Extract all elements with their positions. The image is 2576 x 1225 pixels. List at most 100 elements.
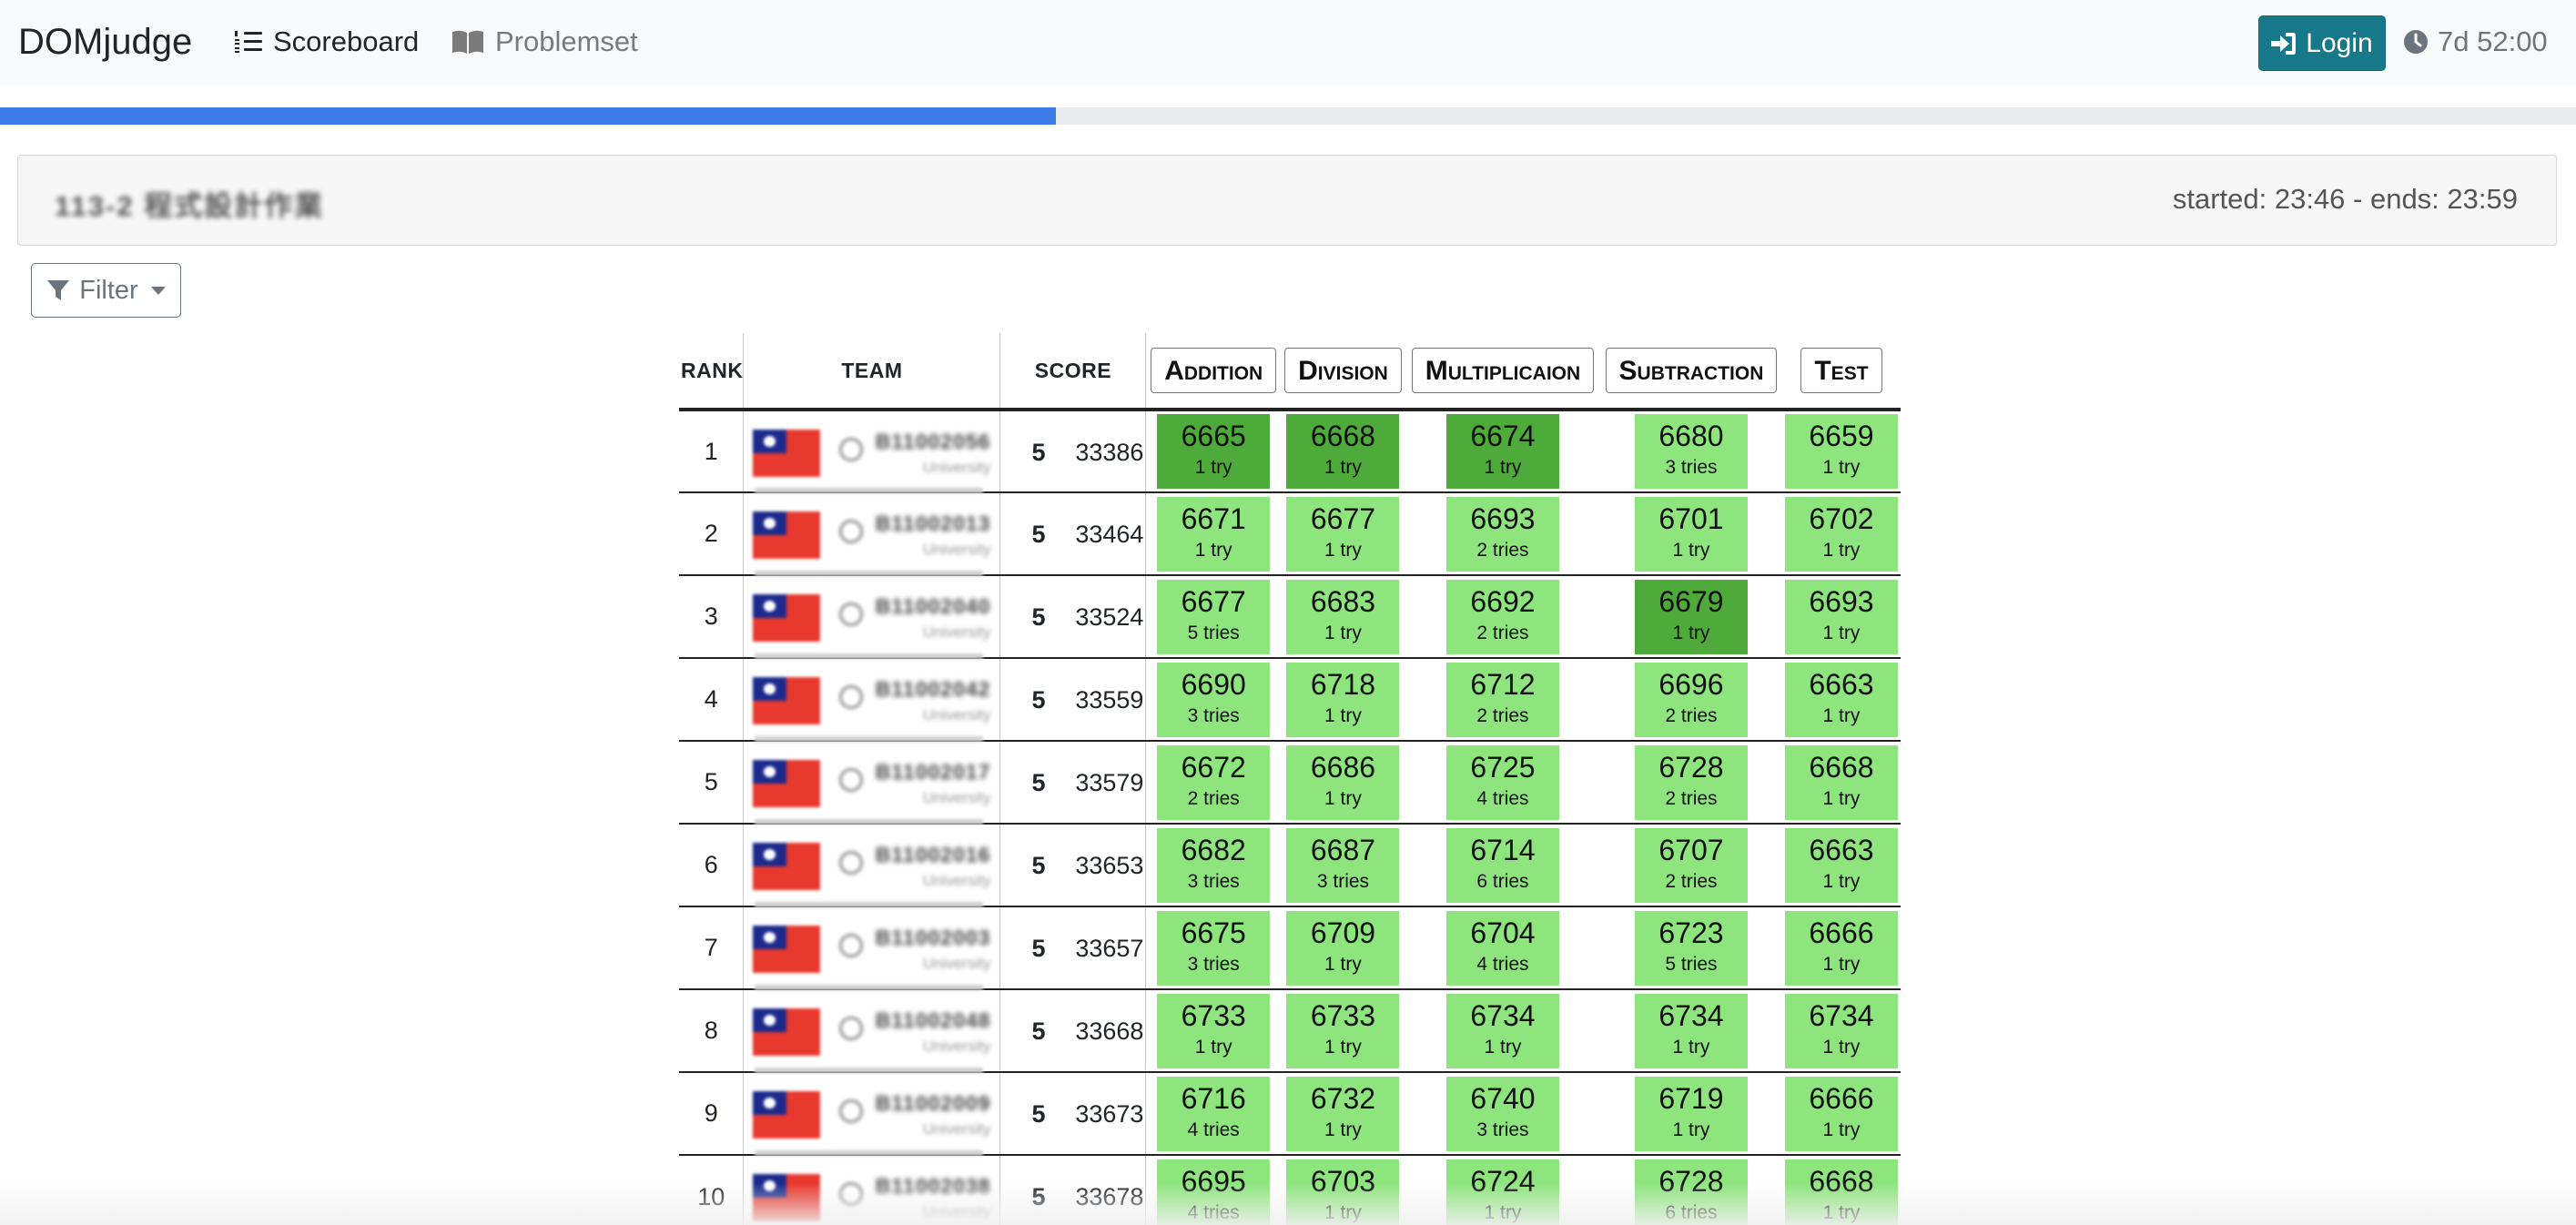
result-box[interactable]: 6683 1 try bbox=[1286, 579, 1400, 654]
table-row[interactable]: 9 B11002009 University 5 33673 6716 4 tries 673… bbox=[679, 1072, 1901, 1156]
result-box[interactable]: 6709 1 try bbox=[1286, 910, 1400, 986]
team-name[interactable]: B11002009 bbox=[876, 1091, 991, 1116]
result-box[interactable]: 6693 1 try bbox=[1784, 579, 1898, 654]
result-box[interactable]: 6728 2 tries bbox=[1634, 744, 1748, 820]
problem-cell[interactable]: 6690 3 tries bbox=[1145, 658, 1281, 742]
result-box[interactable]: 6712 2 tries bbox=[1445, 662, 1559, 737]
result-box[interactable]: 6716 4 tries bbox=[1157, 1076, 1271, 1151]
problem-cell[interactable]: 6659 1 try bbox=[1781, 410, 1901, 493]
team-cell[interactable]: B11002017 University bbox=[743, 741, 1001, 825]
team-cell[interactable]: B11002016 University bbox=[743, 824, 1001, 907]
result-box[interactable]: 6680 3 tries bbox=[1634, 414, 1748, 489]
result-box[interactable]: 6718 1 try bbox=[1286, 662, 1400, 737]
table-row[interactable]: 2 B11002013 University 5 33464 6671 1 try 6677 1… bbox=[679, 492, 1901, 576]
result-box[interactable]: 6675 3 tries bbox=[1157, 910, 1271, 986]
result-box[interactable]: 6734 1 try bbox=[1784, 993, 1898, 1068]
problem-cell[interactable]: 6682 3 tries bbox=[1145, 824, 1281, 907]
problem-cell[interactable]: 6665 1 try bbox=[1145, 410, 1281, 493]
result-box[interactable]: 6707 2 tries bbox=[1634, 827, 1748, 903]
result-box[interactable]: 6734 1 try bbox=[1445, 993, 1559, 1068]
result-box[interactable]: 6732 1 try bbox=[1286, 1076, 1400, 1151]
table-row[interactable]: 3 B11002040 University 5 33524 6677 5 tries 668… bbox=[679, 575, 1901, 659]
filter-button[interactable]: Filter bbox=[31, 263, 181, 318]
result-box[interactable]: 6734 1 try bbox=[1634, 993, 1748, 1068]
team-cell[interactable]: B11002048 University bbox=[743, 989, 1001, 1073]
result-box[interactable]: 6668 1 try bbox=[1286, 414, 1400, 489]
result-box[interactable]: 6668 1 try bbox=[1784, 744, 1898, 820]
problem-label[interactable]: Addition bbox=[1151, 348, 1277, 393]
problem-cell[interactable]: 6679 1 try bbox=[1599, 575, 1782, 659]
problem-cell[interactable]: 6714 6 tries bbox=[1405, 824, 1600, 907]
problem-cell[interactable]: 6663 1 try bbox=[1781, 824, 1901, 907]
problem-cell[interactable]: 6696 2 tries bbox=[1599, 658, 1782, 742]
problem-header[interactable]: Subtraction bbox=[1599, 333, 1782, 411]
result-box[interactable]: 6733 1 try bbox=[1157, 993, 1271, 1068]
problem-cell[interactable]: 6675 3 tries bbox=[1145, 906, 1281, 990]
problem-cell[interactable]: 6666 1 try bbox=[1781, 906, 1901, 990]
problem-cell[interactable]: 6709 1 try bbox=[1280, 906, 1405, 990]
result-box[interactable]: 6672 2 tries bbox=[1157, 744, 1271, 820]
result-box[interactable]: 6701 1 try bbox=[1634, 496, 1748, 572]
result-box[interactable]: 6704 4 tries bbox=[1445, 910, 1559, 986]
problem-label[interactable]: Division bbox=[1284, 348, 1402, 393]
team-name[interactable]: B11002040 bbox=[876, 594, 991, 619]
result-box[interactable]: 6663 1 try bbox=[1784, 827, 1898, 903]
problem-cell[interactable]: 6680 3 tries bbox=[1599, 410, 1782, 493]
problem-cell[interactable]: 6686 1 try bbox=[1280, 741, 1405, 825]
problem-cell[interactable]: 6740 3 tries bbox=[1405, 1072, 1600, 1156]
team-name[interactable]: B11002017 bbox=[876, 760, 991, 785]
problem-cell[interactable]: 6701 1 try bbox=[1599, 492, 1782, 576]
problem-cell[interactable]: 6733 1 try bbox=[1280, 989, 1405, 1073]
problem-cell[interactable]: 6693 1 try bbox=[1781, 575, 1901, 659]
result-box[interactable]: 6671 1 try bbox=[1157, 496, 1271, 572]
problem-label[interactable]: Multiplicaion bbox=[1411, 348, 1595, 393]
problem-cell[interactable]: 6707 2 tries bbox=[1599, 824, 1782, 907]
problem-cell[interactable]: 6674 1 try bbox=[1405, 410, 1600, 493]
problem-label[interactable]: Test bbox=[1800, 348, 1882, 393]
brand-logo[interactable]: DOMjudge bbox=[18, 22, 192, 63]
problem-header[interactable]: Test bbox=[1781, 333, 1901, 411]
team-cell[interactable]: B11002009 University bbox=[743, 1072, 1001, 1156]
table-row[interactable]: 5 B11002017 University 5 33579 6672 2 tries 668… bbox=[679, 741, 1901, 825]
problem-cell[interactable]: 6719 1 try bbox=[1599, 1072, 1782, 1156]
result-box[interactable]: 6719 1 try bbox=[1634, 1076, 1748, 1151]
team-name[interactable]: B11002013 bbox=[876, 511, 991, 536]
result-box[interactable]: 6690 3 tries bbox=[1157, 662, 1271, 737]
problem-cell[interactable]: 6671 1 try bbox=[1145, 492, 1281, 576]
result-box[interactable]: 6702 1 try bbox=[1784, 496, 1898, 572]
result-box[interactable]: 6666 1 try bbox=[1784, 1076, 1898, 1151]
team-cell[interactable]: B11002013 University bbox=[743, 492, 1001, 576]
login-button[interactable]: Login bbox=[2258, 15, 2386, 71]
table-row[interactable]: 4 B11002042 University 5 33559 6690 3 tries 671… bbox=[679, 658, 1901, 742]
result-box[interactable]: 6659 1 try bbox=[1784, 414, 1898, 489]
result-box[interactable]: 6693 2 tries bbox=[1445, 496, 1559, 572]
team-cell[interactable]: B11002042 University bbox=[743, 658, 1001, 742]
team-name[interactable]: B11002016 bbox=[876, 843, 991, 867]
result-box[interactable]: 6733 1 try bbox=[1286, 993, 1400, 1068]
team-name[interactable]: B11002042 bbox=[876, 677, 991, 702]
problem-cell[interactable]: 6704 4 tries bbox=[1405, 906, 1600, 990]
problem-cell[interactable]: 6734 1 try bbox=[1781, 989, 1901, 1073]
problem-cell[interactable]: 6718 1 try bbox=[1280, 658, 1405, 742]
problem-cell[interactable]: 6677 1 try bbox=[1280, 492, 1405, 576]
problem-cell[interactable]: 6712 2 tries bbox=[1405, 658, 1600, 742]
problem-header[interactable]: Division bbox=[1280, 333, 1405, 411]
result-box[interactable]: 6692 2 tries bbox=[1445, 579, 1559, 654]
table-row[interactable]: 7 B11002003 University 5 33657 6675 3 tries 670… bbox=[679, 906, 1901, 990]
result-box[interactable]: 6725 4 tries bbox=[1445, 744, 1559, 820]
problem-cell[interactable]: 6668 1 try bbox=[1280, 410, 1405, 493]
result-box[interactable]: 6674 1 try bbox=[1445, 414, 1559, 489]
table-row[interactable]: 8 B11002048 University 5 33668 6733 1 try 6733 1… bbox=[679, 989, 1901, 1073]
problem-label[interactable]: Subtraction bbox=[1605, 348, 1778, 393]
result-box[interactable]: 6696 2 tries bbox=[1634, 662, 1748, 737]
problem-cell[interactable]: 6734 1 try bbox=[1599, 989, 1782, 1073]
result-box[interactable]: 6723 5 tries bbox=[1634, 910, 1748, 986]
nav-scoreboard[interactable]: Scoreboard bbox=[235, 25, 419, 58]
team-cell[interactable]: B11002003 University bbox=[743, 906, 1001, 990]
problem-cell[interactable]: 6702 1 try bbox=[1781, 492, 1901, 576]
team-name[interactable]: B11002048 bbox=[876, 1008, 991, 1033]
team-name[interactable]: B11002003 bbox=[876, 926, 991, 950]
result-box[interactable]: 6679 1 try bbox=[1634, 579, 1748, 654]
result-box[interactable]: 6687 3 tries bbox=[1286, 827, 1400, 903]
problem-cell[interactable]: 6728 2 tries bbox=[1599, 741, 1782, 825]
